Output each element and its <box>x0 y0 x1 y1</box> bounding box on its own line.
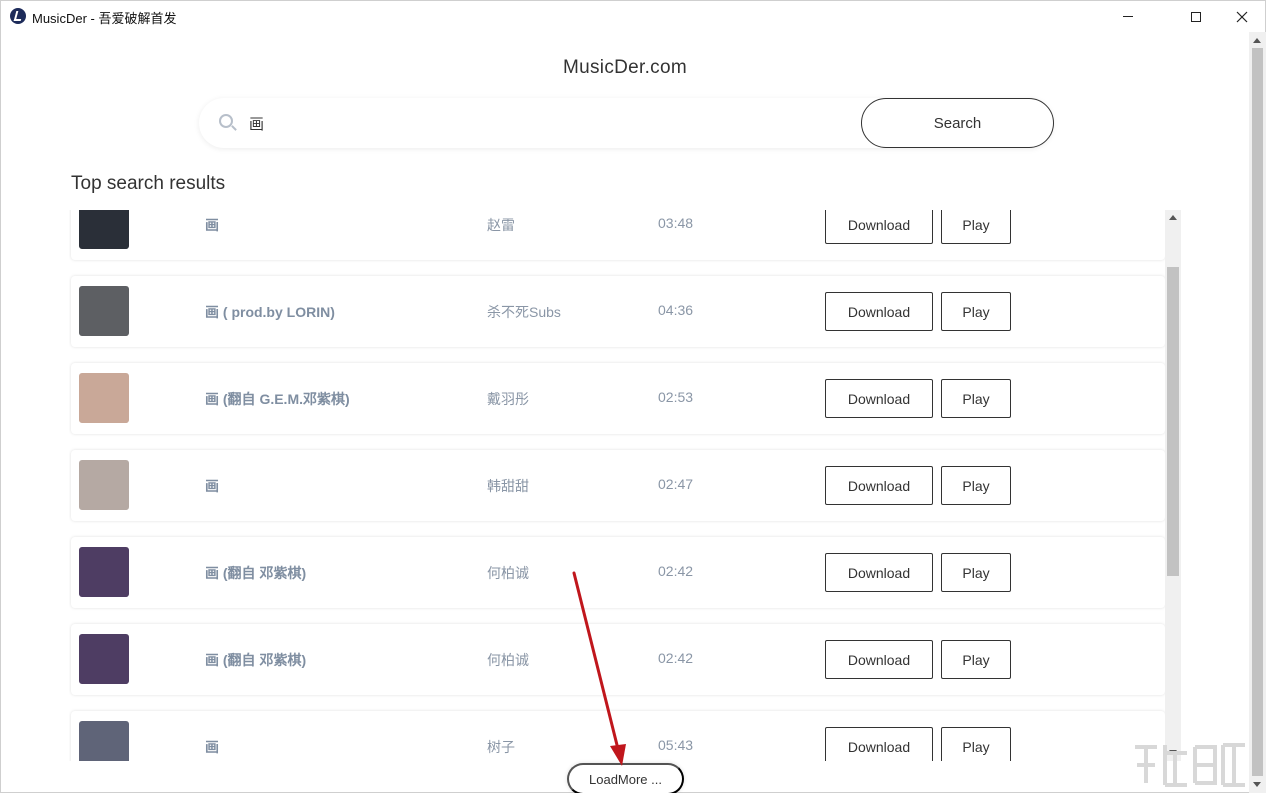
download-button[interactable]: Download <box>825 210 933 244</box>
song-duration: 02:42 <box>658 563 694 579</box>
song-title: 画 (翻自 邓紫棋) <box>205 565 307 581</box>
song-duration: 04:36 <box>658 302 694 318</box>
artist-name: 树子 <box>487 739 515 755</box>
play-button[interactable]: Play <box>941 727 1011 761</box>
song-title: 画 ( prod.by LORIN) <box>205 304 335 320</box>
results-scrollbar[interactable] <box>1165 210 1181 761</box>
song-title: 画 <box>205 478 219 494</box>
album-cover <box>79 634 129 684</box>
result-row: 画 (翻自 G.E.M.邓紫棋) 戴羽彤 02:53 Download Play <box>71 363 1165 434</box>
song-duration: 02:42 <box>658 650 694 666</box>
result-row: 画 (翻自 邓紫棋) 何柏诚 02:42 Download Play <box>71 537 1165 608</box>
album-cover <box>79 286 129 336</box>
artist-name: 赵雷 <box>487 217 515 233</box>
scroll-down-icon[interactable] <box>1169 750 1177 755</box>
album-cover <box>79 210 129 249</box>
song-duration: 05:43 <box>658 737 694 753</box>
close-button[interactable] <box>1219 1 1265 32</box>
search-icon <box>219 114 233 128</box>
play-button[interactable]: Play <box>941 210 1011 244</box>
brand-title: MusicDer.com <box>563 57 687 78</box>
song-duration: 02:53 <box>658 389 694 405</box>
result-row: 画 赵雷 03:48 Download Play <box>71 210 1165 260</box>
song-title: 画 <box>205 217 219 233</box>
search-input[interactable] <box>249 111 849 135</box>
play-button[interactable]: Play <box>941 640 1011 679</box>
download-button[interactable]: Download <box>825 466 933 505</box>
page-scroll-up-icon[interactable] <box>1253 38 1261 43</box>
play-button[interactable]: Play <box>941 379 1011 418</box>
result-row: 画 韩甜甜 02:47 Download Play <box>71 450 1165 521</box>
page-scrollbar-thumb[interactable] <box>1252 48 1263 776</box>
download-button[interactable]: Download <box>825 727 933 761</box>
load-more-button[interactable]: LoadMore ... <box>567 763 684 793</box>
result-row: 画 ( prod.by LORIN) 杀不死Subs 04:36 Download Pl… <box>71 276 1165 347</box>
download-button[interactable]: Download <box>825 553 933 592</box>
song-duration: 02:47 <box>658 476 694 492</box>
song-title: 画 (翻自 邓紫棋) <box>205 652 307 668</box>
album-cover <box>79 547 129 597</box>
maximize-icon <box>1191 11 1201 22</box>
maximize-button[interactable] <box>1173 1 1219 32</box>
play-button[interactable]: Play <box>941 292 1011 331</box>
artist-name: 杀不死Subs <box>487 304 561 320</box>
play-button[interactable]: Play <box>941 553 1011 592</box>
download-button[interactable]: Download <box>825 379 933 418</box>
song-duration: 03:48 <box>658 215 694 231</box>
download-button[interactable]: Download <box>825 640 933 679</box>
result-row: 画 树子 05:43 Download Play <box>71 711 1165 761</box>
result-row: 画 (翻自 邓紫棋) 何柏诚 02:42 Download Play <box>71 624 1165 695</box>
album-cover <box>79 460 129 510</box>
artist-name: 何柏诚 <box>487 652 529 668</box>
scroll-up-icon[interactable] <box>1169 215 1177 220</box>
app-logo-icon <box>10 8 26 24</box>
title-bar: MusicDer - 吾爱破解首发 <box>1 1 1265 32</box>
results-list[interactable]: 画赵雷 03:48 Download Play 画 ( prod.by LORIN) 杀不… <box>69 210 1165 761</box>
minimize-icon <box>1123 16 1133 17</box>
album-cover <box>79 373 129 423</box>
page-scrollbar[interactable] <box>1249 32 1266 793</box>
album-cover <box>79 721 129 761</box>
artist-name: 何柏诚 <box>487 565 529 581</box>
song-title: 画 <box>205 739 219 755</box>
download-button[interactable]: Download <box>825 292 933 331</box>
app-window: MusicDer - 吾爱破解首发 MusicDer.com Search To… <box>0 0 1266 793</box>
page-scroll-down-icon[interactable] <box>1253 782 1261 787</box>
results-heading: Top search results <box>71 173 226 194</box>
results-scrollbar-thumb[interactable] <box>1167 267 1179 576</box>
search-button[interactable]: Search <box>861 98 1054 148</box>
artist-name: 戴羽彤 <box>487 391 529 407</box>
minimize-button[interactable] <box>1105 1 1151 32</box>
artist-name: 韩甜甜 <box>487 478 529 494</box>
window-title: MusicDer - 吾爱破解首发 <box>32 11 177 26</box>
play-button[interactable]: Play <box>941 466 1011 505</box>
song-title: 画 (翻自 G.E.M.邓紫棋) <box>205 391 350 407</box>
close-icon <box>1236 11 1248 22</box>
